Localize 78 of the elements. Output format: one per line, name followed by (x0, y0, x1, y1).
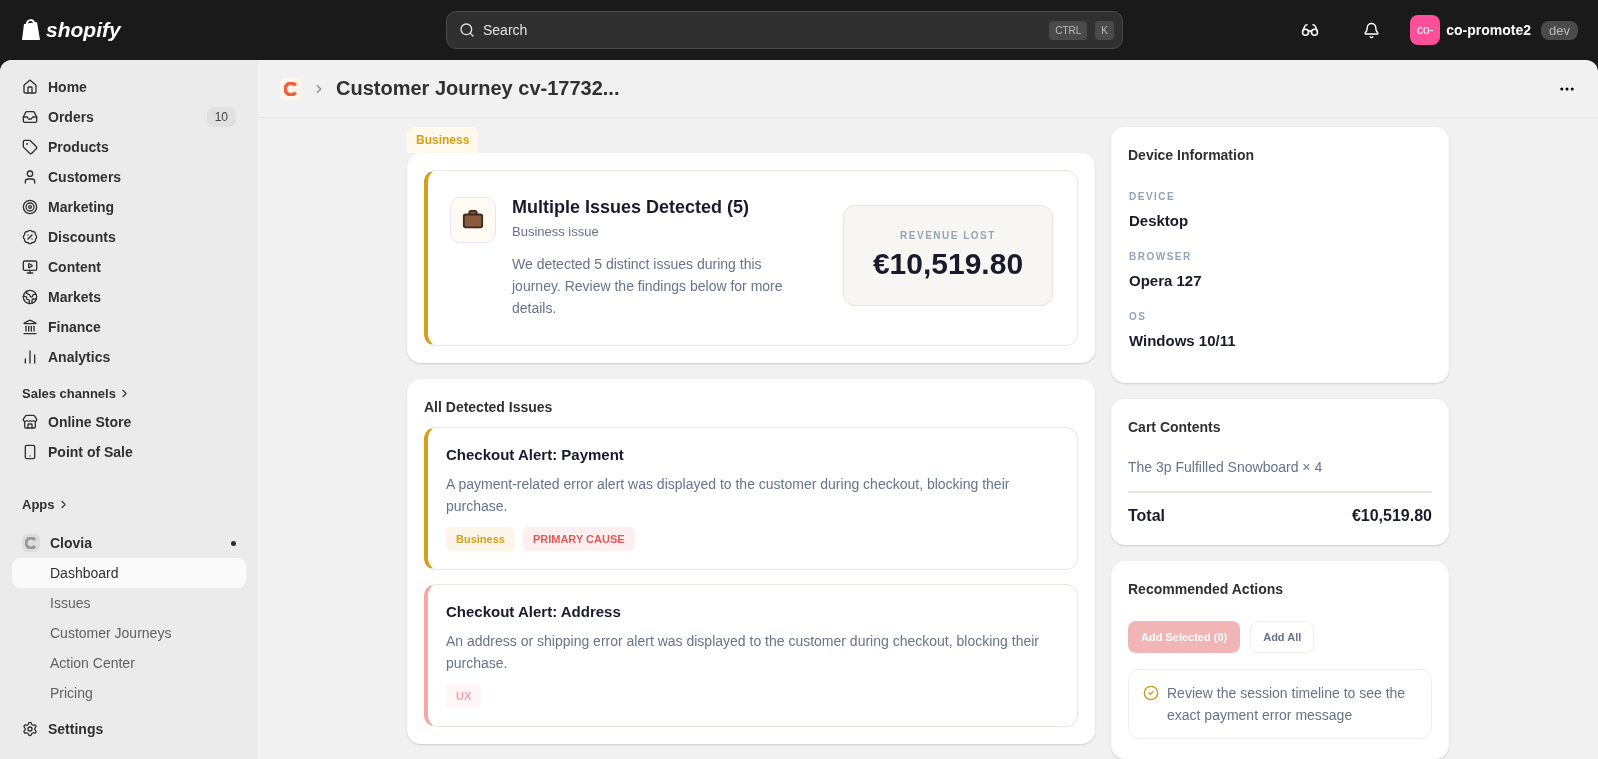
field-label: DEVICE (1129, 191, 1177, 202)
total-value: €10,519.80 (1351, 507, 1432, 525)
sidebar-item[interactable]: Customers (12, 162, 246, 192)
issue-text: An address or shipping error alert was displayed to the customer during checkout, blocking their purchase. (446, 632, 1040, 673)
inbox-icon (22, 109, 38, 125)
tag-icon (22, 139, 38, 155)
phone-icon (22, 444, 38, 460)
search-field[interactable]: Search CTRL K (446, 11, 1123, 49)
section-heading[interactable]: Apps (12, 497, 246, 512)
count-badge: 10 (206, 107, 236, 127)
keyboard-key: K (1095, 20, 1114, 40)
env-badge: dev (1541, 20, 1578, 40)
issue-tag: PRIMARY CAUSE (522, 527, 635, 551)
summary-title: Multiple Issues Detected (5) (512, 197, 751, 218)
sidebar-item[interactable]: Customer Journeys (12, 618, 246, 648)
issue-text: A payment-related error alert was displayed to the customer during checkout, blocking their purchase. (446, 475, 1011, 516)
summary-text: We detected 5 distinct issues during this journey. Review the findings below for more details. (512, 255, 784, 318)
sidebar-item[interactable]: Discounts (12, 222, 246, 252)
status-dot (231, 540, 236, 546)
store-avatar: co- (1410, 15, 1441, 45)
store-icon (22, 414, 38, 430)
issue-tag: UX (446, 684, 482, 708)
store-name[interactable]: co-promote2 (1446, 22, 1532, 38)
settings-icon (22, 721, 38, 737)
house-icon (22, 79, 38, 95)
section-heading[interactable]: Sales channels (12, 386, 246, 401)
monitor-icon (22, 259, 38, 275)
shopify-logo: shopify (20, 18, 446, 42)
globe-icon (22, 289, 38, 305)
sidebar-item[interactable]: Orders 10 (12, 102, 246, 132)
app-item[interactable]: Clovia (12, 528, 246, 558)
keyboard-key: CTRL (1049, 20, 1088, 40)
field-label: OS (1129, 311, 1148, 322)
sidebar-item[interactable]: Home (12, 72, 246, 102)
sidebar-item[interactable]: Markets (12, 282, 246, 312)
issue-title: Checkout Alert: Address (446, 603, 622, 620)
action-item[interactable]: Review the session timeline to see the exact payment error message (1128, 669, 1432, 739)
sidebar-item[interactable]: Settings (12, 714, 246, 744)
target-icon (22, 199, 38, 215)
field-value: Opera 127 (1129, 272, 1203, 289)
field-value: Windows 10/11 (1129, 332, 1237, 349)
card-title: Cart Contents (1127, 419, 1222, 435)
app-logo-icon (22, 534, 40, 552)
issue-tag: Business (446, 527, 515, 551)
sidebar-item[interactable]: Content (12, 252, 246, 282)
sidebar-item[interactable]: Action Center (12, 648, 246, 678)
check-circle-icon (1143, 685, 1159, 701)
briefcase-icon (450, 197, 496, 243)
page-title: Customer Journey cv-17732... (336, 77, 620, 100)
total-label: Total (1128, 507, 1166, 525)
sidebar-item[interactable]: Analytics (12, 342, 246, 372)
glasses-icon[interactable] (1301, 21, 1320, 39)
summary-subtitle: Business issue (512, 224, 600, 239)
bell-icon[interactable] (1363, 21, 1381, 39)
bar-chart-icon (22, 349, 38, 365)
bank-icon (22, 319, 38, 335)
sidebar-item[interactable]: Finance (12, 312, 246, 342)
cart-item: The 3p Fulfilled Snowboard × 4 (1128, 449, 1432, 493)
app-logo-icon (280, 77, 302, 100)
search-icon (459, 22, 475, 38)
field-value: Desktop (1129, 212, 1190, 229)
card-title: All Detected Issues (424, 399, 554, 415)
person-icon (22, 169, 38, 185)
add-all-button[interactable]: Add All (1250, 621, 1315, 653)
sidebar-item[interactable]: Marketing (12, 192, 246, 222)
sidebar-item[interactable]: Online Store (12, 407, 246, 437)
sidebar-item[interactable]: Products (12, 132, 246, 162)
card-title: Device Information (1127, 147, 1256, 163)
sidebar-item[interactable]: Pricing (12, 678, 246, 708)
sidebar-item[interactable]: Dashboard (12, 558, 246, 588)
revenue-value: €10,519.80 (872, 247, 1024, 281)
field-label: BROWSER (1129, 251, 1193, 262)
discount-icon (22, 229, 38, 245)
revenue-label: REVENUE LOST (900, 230, 996, 241)
card-title: Recommended Actions (1127, 581, 1285, 597)
sidebar-item[interactable]: Issues (12, 588, 246, 618)
issue-title: Checkout Alert: Payment (446, 446, 625, 463)
sidebar-item[interactable]: Point of Sale (12, 437, 246, 467)
